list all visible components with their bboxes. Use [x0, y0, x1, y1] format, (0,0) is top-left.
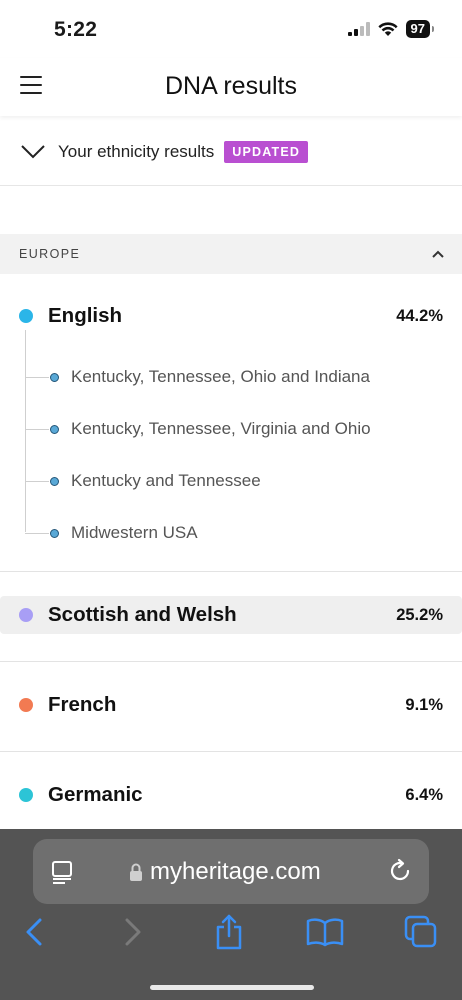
- subregion-item[interactable]: Midwestern USA: [25, 521, 198, 545]
- germanic-color-dot: [19, 788, 33, 802]
- subregion-dot: [50, 372, 59, 382]
- chevron-down-icon: [21, 144, 45, 158]
- region-label: EUROPE: [19, 247, 81, 261]
- ethnicity-results-toggle[interactable]: Your ethnicity results UPDATED: [0, 118, 462, 186]
- ethnicity-percent: 6.4%: [405, 785, 443, 804]
- ethnicity-name: Scottish and Welsh: [48, 603, 237, 626]
- browser-toolbar: [0, 912, 462, 954]
- divider: [0, 571, 462, 572]
- forward-button[interactable]: [113, 912, 153, 952]
- english-color-dot: [19, 309, 33, 323]
- home-indicator: [150, 985, 314, 990]
- subregion-item[interactable]: Kentucky, Tennessee, Ohio and Indiana: [25, 365, 370, 389]
- divider: [0, 751, 462, 752]
- subregion-dot: [50, 528, 59, 538]
- app-header: DNA results: [0, 58, 462, 116]
- ethnicity-item-germanic[interactable]: Germanic 6.4%: [0, 779, 462, 811]
- tabs-button[interactable]: [401, 912, 441, 952]
- book-icon: [306, 918, 344, 947]
- updated-badge: UPDATED: [224, 140, 309, 163]
- ethnicity-percent: 44.2%: [396, 306, 443, 325]
- chevron-up-icon[interactable]: [432, 250, 444, 258]
- subregion-dot: [50, 476, 59, 486]
- tree-connector: [25, 532, 49, 534]
- tree-connector: [25, 480, 49, 482]
- ethnicity-results-label: Your ethnicity results: [58, 141, 215, 161]
- divider: [0, 661, 462, 662]
- subregion-item[interactable]: Kentucky, Tennessee, Virginia and Ohio: [25, 417, 371, 441]
- cellular-signal-icon: [347, 22, 370, 36]
- ethnicity-item-english[interactable]: English 44.2%: [0, 300, 462, 332]
- reader-mode-icon[interactable]: [50, 860, 74, 884]
- chevron-left-icon: [26, 918, 42, 946]
- subregion-label: Kentucky, Tennessee, Ohio and Indiana: [71, 367, 370, 386]
- browser-chrome: myheritage.com: [0, 829, 462, 1000]
- region-header-europe[interactable]: EUROPE: [0, 234, 462, 274]
- ethnicity-percent: 9.1%: [405, 695, 443, 714]
- url-text: myheritage.com: [150, 857, 321, 885]
- ethnicity-percent: 25.2%: [396, 605, 443, 624]
- subregion-dot: [50, 424, 59, 434]
- ethnicity-item-scottish-welsh[interactable]: Scottish and Welsh 25.2%: [0, 596, 462, 634]
- subregion-item[interactable]: Kentucky and Tennessee: [25, 469, 261, 493]
- chevron-right-icon: [125, 918, 141, 946]
- share-button[interactable]: [209, 912, 249, 952]
- status-bar: 5:22 97: [0, 0, 462, 58]
- ethnicity-name: Germanic: [48, 783, 143, 806]
- scottish-welsh-color-dot: [19, 608, 33, 622]
- status-time: 5:22: [54, 18, 98, 41]
- wifi-icon: [377, 21, 398, 36]
- subregion-label: Midwestern USA: [71, 523, 198, 542]
- lock-icon: [130, 863, 142, 881]
- subregion-label: Kentucky and Tennessee: [71, 471, 261, 490]
- ethnicity-item-french[interactable]: French 9.1%: [0, 689, 462, 721]
- tree-connector: [25, 428, 49, 430]
- ethnicity-name: French: [48, 693, 117, 716]
- tree-connector: [25, 376, 49, 378]
- status-icons: 97: [347, 20, 435, 38]
- subregion-label: Kentucky, Tennessee, Virginia and Ohio: [71, 419, 371, 438]
- tabs-icon: [404, 915, 437, 948]
- french-color-dot: [19, 698, 33, 712]
- page-title: DNA results: [165, 72, 297, 100]
- reload-icon[interactable]: [387, 858, 413, 884]
- ethnicity-name: English: [48, 304, 123, 327]
- share-icon: [216, 914, 242, 950]
- back-button[interactable]: [14, 912, 54, 952]
- address-bar[interactable]: myheritage.com: [33, 839, 429, 904]
- bookmarks-button[interactable]: [305, 912, 345, 952]
- battery-indicator: 97: [405, 20, 435, 38]
